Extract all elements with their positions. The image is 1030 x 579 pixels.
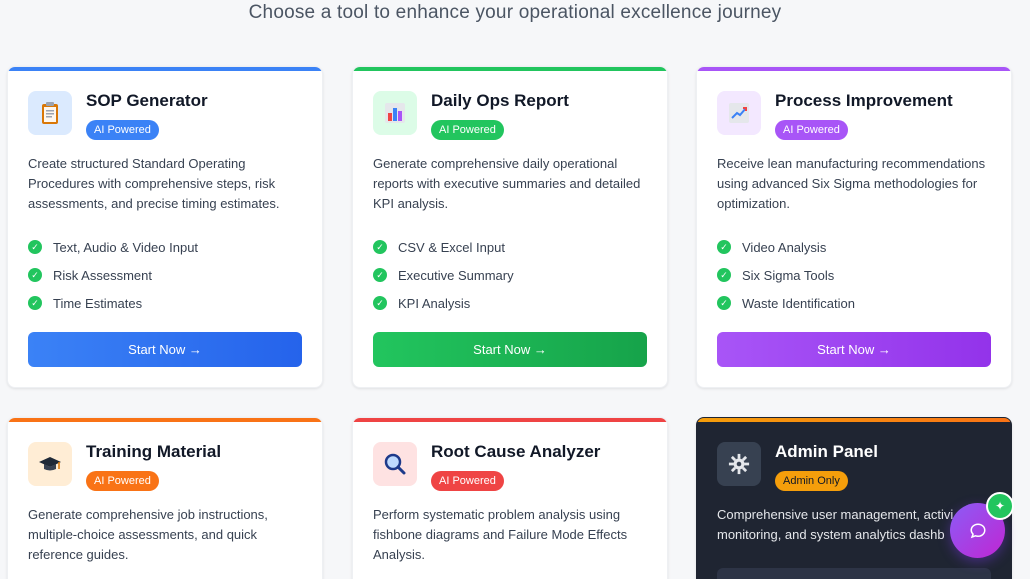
card-title: Training Material (86, 442, 222, 461)
feature-label: KPI Analysis (398, 295, 471, 311)
graduation-cap-icon (28, 442, 72, 486)
feature-label: Risk Assessment (53, 267, 152, 283)
check-icon: ✓ (717, 296, 731, 310)
feature-label: Time Estimates (53, 295, 143, 311)
card-accent-bar (8, 418, 322, 422)
card-root-cause-analyzer: Root Cause Analyzer AI Powered Perform s… (352, 417, 668, 579)
feature-item: ✓ Video Analysis (717, 233, 855, 261)
ai-powered-badge: AI Powered (431, 120, 504, 140)
card-accent-bar (353, 418, 667, 422)
card-accent-bar (697, 418, 1011, 422)
sparkle-button[interactable]: ✦ (986, 492, 1014, 520)
feature-item: ✓ Executive Summary (373, 261, 514, 289)
check-icon: ✓ (28, 268, 42, 282)
feature-item: ✓ Risk Assessment (28, 261, 198, 289)
card-accent-bar (697, 67, 1011, 71)
magnifier-icon (373, 442, 417, 486)
feature-item: ✓ KPI Analysis (373, 289, 514, 317)
chat-bubble-icon (969, 522, 986, 538)
feature-label: Waste Identification (742, 295, 855, 311)
feature-item: ✓ Time Estimates (28, 289, 198, 317)
card-accent-bar (353, 67, 667, 71)
page-subtitle: Choose a tool to enhance your operationa… (248, 2, 782, 23)
admin-only-badge: Admin Only (775, 471, 848, 491)
sparkle-icon: ✦ (994, 499, 1006, 513)
check-icon: ✓ (28, 296, 42, 310)
feature-item: ✓ Waste Identification (717, 289, 855, 317)
feature-label: Video Analysis (742, 239, 827, 255)
card-title: Daily Ops Report (431, 91, 569, 110)
card-training-material: Training Material AI Powered Generate co… (7, 417, 323, 579)
card-description: Generate comprehensive daily operational… (373, 156, 641, 211)
ai-powered-badge: AI Powered (775, 120, 848, 140)
card-description: Perform systematic problem analysis usin… (373, 507, 628, 562)
feature-label: Six Sigma Tools (742, 267, 835, 283)
check-icon: ✓ (717, 268, 731, 282)
card-sop-generator: SOP Generator AI Powered Create structur… (7, 66, 323, 388)
start-now-button[interactable]: Start Now → (717, 332, 991, 367)
feature-item: ✓ CSV & Excel Input (373, 233, 514, 261)
check-icon: ✓ (28, 240, 42, 254)
card-title: Root Cause Analyzer (431, 442, 601, 461)
card-title: SOP Generator (86, 91, 208, 110)
card-description: Generate comprehensive job instructions,… (28, 507, 268, 562)
card-daily-ops-report: Daily Ops Report AI Powered Generate com… (352, 66, 668, 388)
ai-powered-badge: AI Powered (86, 471, 159, 491)
card-description: Receive lean manufacturing recommendatio… (717, 156, 986, 211)
clipboard-icon (28, 91, 72, 135)
feature-item: ✓ Six Sigma Tools (717, 261, 855, 289)
feature-item: ✓ Text, Audio & Video Input (28, 233, 198, 261)
ai-powered-badge: AI Powered (86, 120, 159, 140)
bar-chart-icon (373, 91, 417, 135)
ai-powered-badge: AI Powered (431, 471, 504, 491)
start-now-button[interactable]: Start Now → (373, 332, 647, 367)
check-icon: ✓ (373, 240, 387, 254)
card-accent-bar (8, 67, 322, 71)
card-title: Process Improvement (775, 91, 953, 110)
card-description: Create structured Standard Operating Pro… (28, 156, 280, 211)
card-title: Admin Panel (775, 442, 878, 461)
feature-list: ✓ CSV & Excel Input ✓ Executive Summary ✓ K… (373, 233, 514, 317)
check-icon: ✓ (373, 268, 387, 282)
card-process-improvement: Process Improvement AI Powered Receive l… (696, 66, 1012, 388)
trend-chart-icon (717, 91, 761, 135)
check-icon: ✓ (717, 240, 731, 254)
start-now-button[interactable]: Start Now → (28, 332, 302, 367)
gear-icon (717, 442, 761, 486)
feature-label: CSV & Excel Input (398, 239, 505, 255)
check-icon: ✓ (373, 296, 387, 310)
feature-list: ✓ Video Analysis ✓ Six Sigma Tools ✓ Waste … (717, 233, 855, 317)
feature-list: ✓ Text, Audio & Video Input ✓ Risk Assessm… (28, 233, 198, 317)
admin-bar (717, 568, 991, 579)
feature-label: Text, Audio & Video Input (53, 239, 199, 255)
feature-label: Executive Summary (398, 267, 514, 283)
